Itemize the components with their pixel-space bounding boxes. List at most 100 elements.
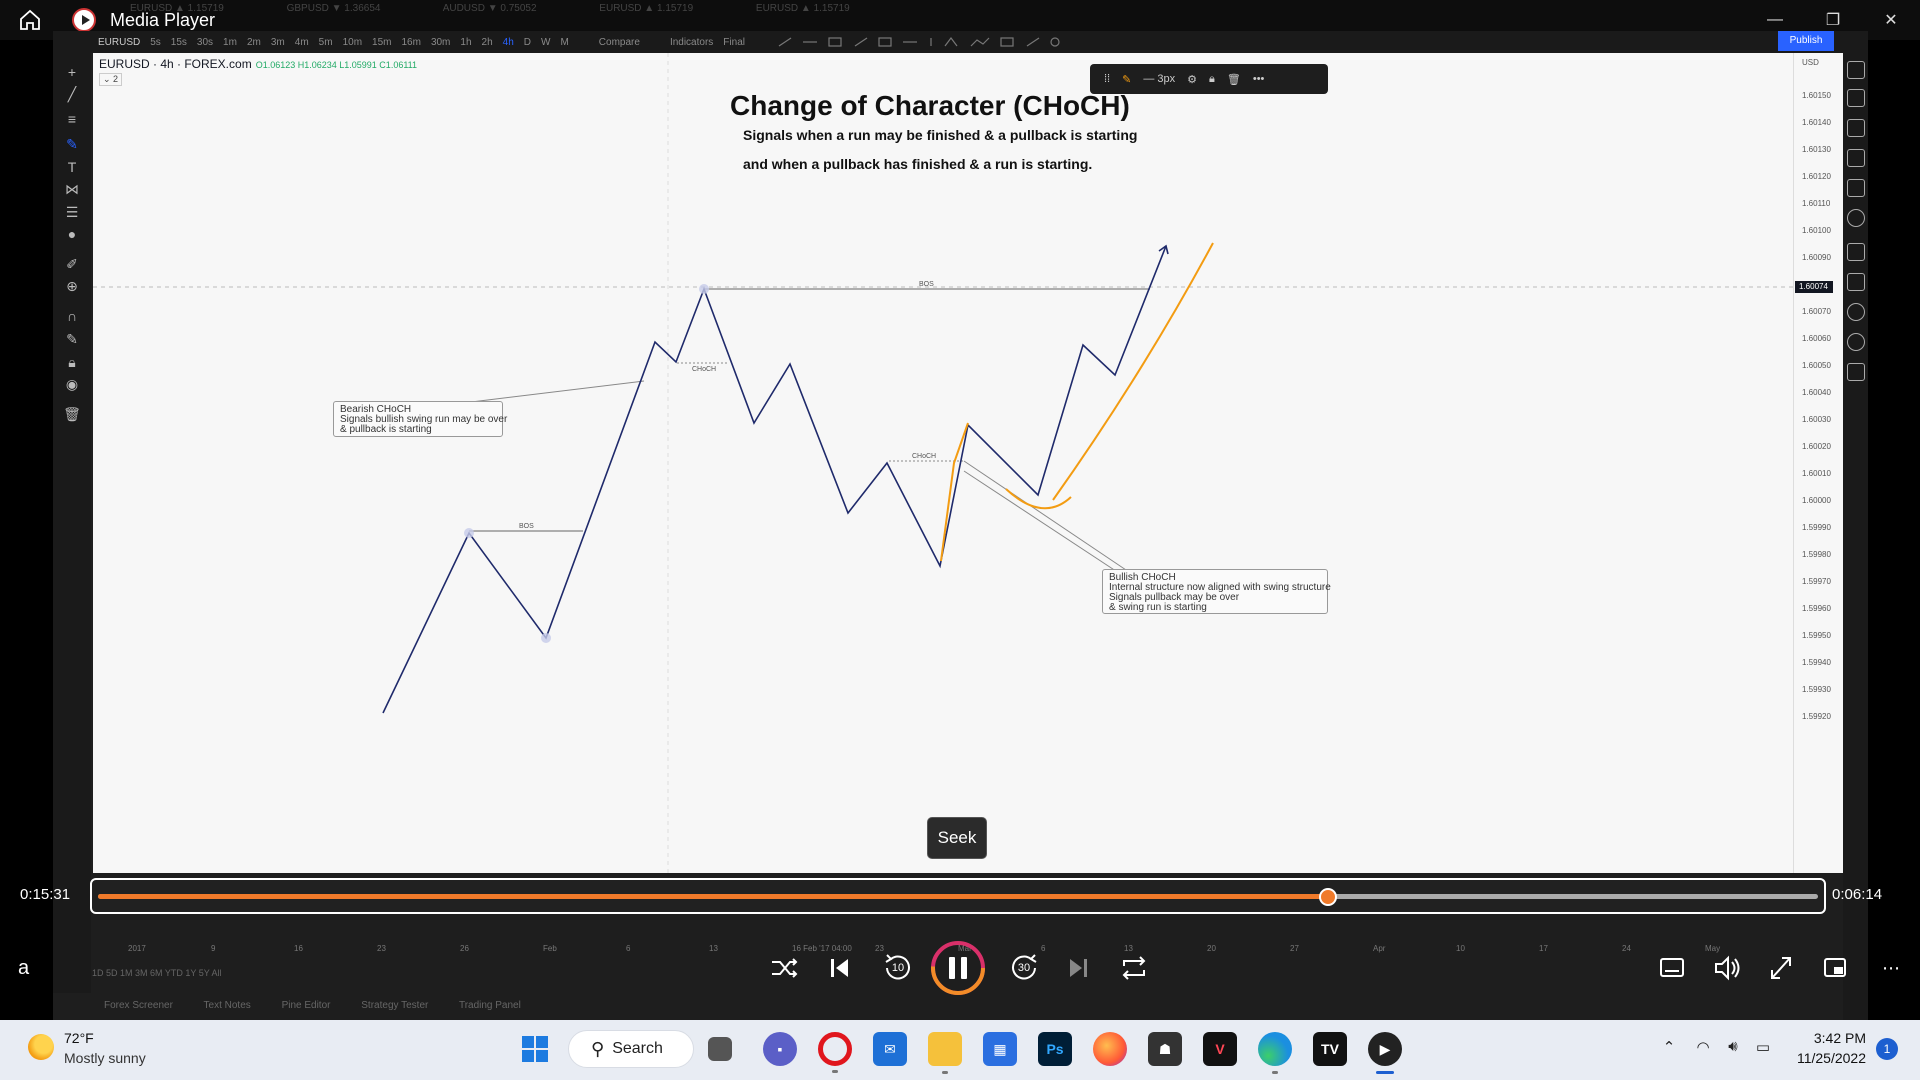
tv-interval[interactable]: M bbox=[560, 37, 568, 48]
shape-icon[interactable]: ● bbox=[61, 223, 83, 245]
skip-back-button[interactable]: 10 bbox=[880, 940, 916, 996]
bearish-choch-note[interactable]: Bearish CHoCH Signals bullish swing run … bbox=[333, 401, 507, 437]
tv-interval[interactable]: 1m bbox=[223, 37, 237, 48]
opera-icon[interactable] bbox=[818, 1032, 852, 1073]
pause-button[interactable] bbox=[930, 940, 986, 996]
alerts-icon[interactable] bbox=[1847, 89, 1865, 107]
tv-interval[interactable]: 5s bbox=[150, 37, 161, 48]
chevron-up-icon[interactable]: ⌃ bbox=[1658, 1038, 1680, 1060]
mail-icon[interactable]: ✉ bbox=[873, 1032, 907, 1066]
tv-symbol-button[interactable]: EURUSD bbox=[98, 37, 140, 48]
watchlist-icon[interactable] bbox=[1847, 61, 1865, 79]
pattern-icon[interactable]: ⋈ bbox=[61, 178, 83, 200]
tab-pine-editor[interactable]: Pine Editor bbox=[282, 1000, 331, 1011]
chart-canvas[interactable]: EURUSD · 4h · FOREX.com O1.06123 H1.06234… bbox=[93, 53, 1793, 873]
stay-drawing-icon[interactable]: ✎ bbox=[61, 328, 83, 350]
calendar-icon[interactable] bbox=[1847, 179, 1865, 197]
eye-icon[interactable]: ◉ bbox=[61, 373, 83, 395]
zoom-icon[interactable]: ⊕ bbox=[61, 275, 83, 297]
tv-interval[interactable]: 16m bbox=[401, 37, 420, 48]
tv-interval[interactable]: 3m bbox=[271, 37, 285, 48]
tab-text-notes[interactable]: Text Notes bbox=[204, 1000, 251, 1011]
photoshop-icon[interactable]: Ps bbox=[1038, 1032, 1072, 1066]
skip-forward-button[interactable]: 30 bbox=[1006, 940, 1042, 996]
tab-forex-screener[interactable]: Forex Screener bbox=[104, 1000, 173, 1011]
file-explorer-icon[interactable] bbox=[928, 1032, 962, 1074]
firefox-icon[interactable] bbox=[1093, 1032, 1127, 1066]
lines-icon[interactable]: ≡ bbox=[61, 108, 83, 130]
calculator-icon[interactable] bbox=[1847, 303, 1865, 321]
seek-thumb[interactable] bbox=[1318, 888, 1337, 906]
magnet-icon[interactable]: ∩ bbox=[61, 305, 83, 327]
tv-interval[interactable]: 1h bbox=[460, 37, 471, 48]
data-window-icon[interactable] bbox=[1847, 119, 1865, 137]
notifications-icon[interactable] bbox=[1847, 333, 1865, 351]
tv-interval[interactable]: 30m bbox=[431, 37, 450, 48]
text-icon[interactable]: T bbox=[61, 156, 83, 178]
weather-sun-icon[interactable] bbox=[28, 1034, 54, 1060]
ruler-icon[interactable]: ✐ bbox=[61, 253, 83, 275]
tradingview-icon[interactable]: TV bbox=[1313, 1032, 1347, 1066]
trendline-icon[interactable]: ╱ bbox=[61, 83, 83, 105]
clock-date[interactable]: 11/25/2022 bbox=[1792, 1050, 1866, 1066]
bell-icon[interactable] bbox=[1847, 363, 1865, 381]
clock-time[interactable]: 3:42 PM bbox=[1806, 1030, 1866, 1046]
valorant-icon[interactable]: V bbox=[1203, 1032, 1237, 1066]
publish-button[interactable]: Publish bbox=[1778, 31, 1834, 51]
trash-icon[interactable]: 🗑︎ bbox=[61, 403, 83, 425]
weather-temperature[interactable]: 72°F bbox=[64, 1030, 94, 1046]
lock-drawing-icon[interactable]: 🔒︎ bbox=[1209, 73, 1215, 86]
path-icon[interactable]: ✎ bbox=[61, 133, 83, 155]
tv-interval[interactable]: 2h bbox=[482, 37, 493, 48]
streams-icon[interactable] bbox=[1847, 273, 1865, 291]
weather-description[interactable]: Mostly sunny bbox=[64, 1050, 146, 1066]
hotlists-icon[interactable] bbox=[1847, 149, 1865, 167]
volume-icon[interactable] bbox=[1712, 940, 1742, 996]
tv-interval[interactable]: 10m bbox=[343, 37, 362, 48]
teams-chat-icon[interactable]: ▪ bbox=[763, 1032, 797, 1066]
media-player-taskbar-icon[interactable]: ▶ bbox=[1368, 1032, 1402, 1074]
close-icon[interactable]: ✕ bbox=[1862, 0, 1920, 40]
tv-interval[interactable]: 15m bbox=[372, 37, 391, 48]
tv-interval[interactable]: 30s bbox=[197, 37, 213, 48]
battery-icon[interactable]: ▭ bbox=[1752, 1038, 1774, 1060]
edge-icon[interactable] bbox=[1258, 1032, 1292, 1074]
next-icon[interactable] bbox=[1064, 940, 1092, 996]
line-color-icon[interactable]: ✎ bbox=[1122, 73, 1131, 86]
task-view-icon[interactable] bbox=[708, 1037, 732, 1061]
line-width-icon[interactable]: — 3px bbox=[1143, 73, 1175, 85]
tv-financials-button[interactable]: Final bbox=[723, 37, 745, 48]
tv-interval[interactable]: W bbox=[541, 37, 550, 48]
wifi-icon[interactable]: ◠ bbox=[1692, 1038, 1714, 1060]
seek-track[interactable] bbox=[98, 888, 1818, 906]
game-app-icon[interactable]: ☗ bbox=[1148, 1032, 1182, 1066]
taskbar-search[interactable]: ⚲ Search bbox=[568, 1030, 694, 1068]
tv-interval-active[interactable]: 4h bbox=[503, 37, 514, 48]
fullscreen-icon[interactable] bbox=[1768, 940, 1794, 996]
speaker-icon[interactable]: 🔊︎ bbox=[1722, 1038, 1744, 1060]
forecast-icon[interactable]: ☰ bbox=[61, 201, 83, 223]
ideas-icon[interactable] bbox=[1847, 209, 1865, 227]
notification-badge[interactable]: 1 bbox=[1876, 1038, 1898, 1060]
settings-gear-icon[interactable]: ⚙ bbox=[1187, 73, 1197, 86]
miniplayer-icon[interactable] bbox=[1822, 940, 1848, 996]
seek-bar[interactable] bbox=[90, 878, 1826, 914]
currency-label[interactable]: USD bbox=[1802, 58, 1819, 67]
tv-interval[interactable]: D bbox=[524, 37, 531, 48]
shuffle-icon[interactable] bbox=[768, 940, 800, 996]
crosshair-icon[interactable]: + bbox=[61, 61, 83, 83]
tv-compare-button[interactable]: Compare bbox=[599, 37, 640, 48]
drag-handle-icon[interactable]: ⁞⁞ bbox=[1104, 73, 1110, 85]
tv-interval[interactable]: 5m bbox=[319, 37, 333, 48]
repeat-icon[interactable] bbox=[1118, 940, 1150, 996]
windows-start-icon[interactable] bbox=[518, 1032, 552, 1066]
more-options-icon[interactable]: ⋯ bbox=[1876, 940, 1906, 996]
tv-interval[interactable]: 15s bbox=[171, 37, 187, 48]
microsoft-store-icon[interactable]: ▦ bbox=[983, 1032, 1017, 1066]
delete-drawing-icon[interactable]: 🗑︎ bbox=[1227, 73, 1241, 86]
more-icon[interactable]: ••• bbox=[1253, 73, 1265, 85]
chat-icon[interactable] bbox=[1847, 243, 1865, 261]
bullish-choch-note[interactable]: Bullish CHoCH Internal structure now ali… bbox=[1102, 569, 1331, 614]
home-icon[interactable] bbox=[16, 6, 44, 34]
tab-strategy-tester[interactable]: Strategy Tester bbox=[361, 1000, 428, 1011]
